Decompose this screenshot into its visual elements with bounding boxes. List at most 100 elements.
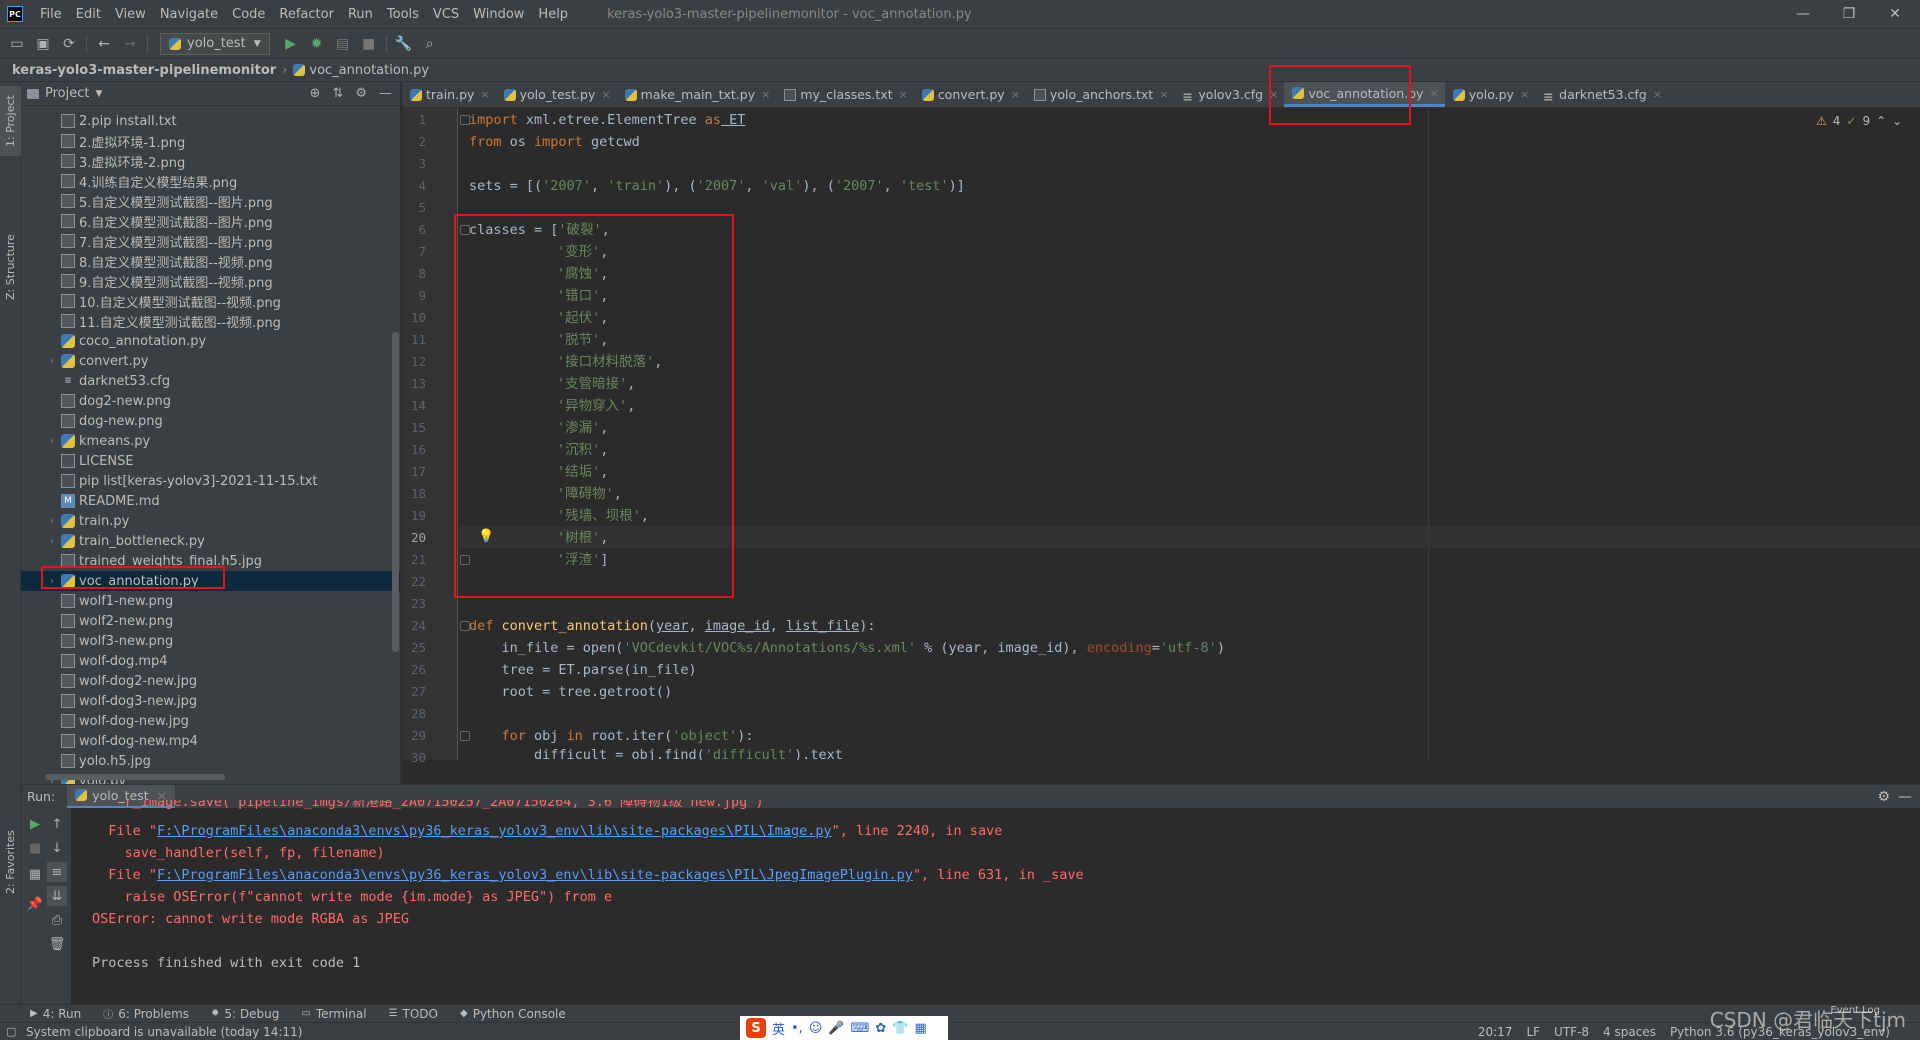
tree-item[interactable]: 4.训练自定义模型结果.png (21, 171, 400, 191)
expand-chevron-icon[interactable]: › (45, 436, 59, 447)
ime-language[interactable]: 英 (772, 1019, 785, 1038)
tree-item[interactable]: wolf-dog3-new.jpg (21, 691, 400, 711)
code-line[interactable]: def convert_annotation(year, image_id, l… (469, 615, 875, 637)
close-tab-icon[interactable]: × (1429, 87, 1438, 100)
structure-tool-tab[interactable]: Z: Structure (0, 222, 21, 312)
tree-item[interactable]: wolf-dog2-new.jpg (21, 671, 400, 691)
code-line[interactable]: '错口', (557, 285, 608, 307)
hide-icon[interactable]: — (379, 86, 392, 101)
tree-item[interactable]: 2.pip install.txt (21, 111, 400, 131)
tree-item[interactable]: ≡ darknet53.cfg (21, 371, 400, 391)
code-line[interactable]: '障碍物', (557, 483, 622, 505)
close-tab-icon[interactable]: × (601, 88, 610, 101)
editor-tab[interactable]: my_classes.txt × (776, 82, 913, 107)
code-line[interactable]: classes = ['破裂', (469, 219, 610, 241)
code-line[interactable]: '渗漏', (557, 417, 608, 439)
code-line[interactable]: in_file = open('VOCdevkit/VOC%s/Annotati… (469, 637, 1225, 659)
code-line[interactable]: root = tree.getroot() (469, 681, 673, 703)
trash-icon[interactable]: 🗑 (47, 934, 67, 954)
code-line[interactable]: import xml.etree.ElementTree as ET (469, 109, 745, 131)
close-tab-icon[interactable]: × (1269, 88, 1278, 101)
run-configuration-select[interactable]: yolo_test ▼ (160, 32, 270, 55)
code-line[interactable]: '树根', (557, 527, 608, 549)
expand-chevron-icon[interactable]: › (45, 576, 59, 587)
gear-icon[interactable]: ⚙ (355, 86, 367, 101)
fold-marker-icon[interactable] (460, 115, 470, 125)
tool-window-button[interactable]: ✹ 5: Debug (211, 1007, 279, 1021)
search-icon[interactable]: ⌕ (417, 32, 443, 56)
tree-item[interactable]: coco_annotation.py (21, 331, 400, 351)
tree-item[interactable]: M README.md (21, 491, 400, 511)
tree-item[interactable]: trained_weights_final.h5.jpg (21, 551, 400, 571)
indent-setting[interactable]: 4 spaces (1603, 1025, 1656, 1039)
code-line[interactable]: '结垢', (557, 461, 608, 483)
close-window-button[interactable]: ✕ (1872, 0, 1918, 28)
tree-item[interactable]: › train_bottleneck.py (21, 531, 400, 551)
close-tab-icon[interactable]: × (761, 88, 770, 101)
tree-item[interactable]: wolf-dog-new.mp4 (21, 731, 400, 751)
expand-chevron-icon[interactable]: › (45, 536, 59, 547)
sync-icon[interactable]: ⟳ (56, 32, 82, 56)
fold-marker-icon[interactable] (460, 555, 470, 565)
tool-window-button[interactable]: ▭ Terminal (301, 1007, 366, 1021)
shirt-icon[interactable]: 👕 (892, 1021, 908, 1036)
code-line[interactable]: '腐蚀', (557, 263, 608, 285)
settings-wrench-icon[interactable]: 🔧 (391, 32, 417, 56)
editor-tab[interactable]: yolo_anchors.txt × (1026, 82, 1174, 107)
code-line[interactable]: '沉积', (557, 439, 608, 461)
open-folder-icon[interactable]: ▭ (4, 32, 30, 56)
menu-view[interactable]: View (108, 7, 153, 22)
editor-tab[interactable]: yolo_test.py × (496, 82, 617, 107)
soft-wrap-icon[interactable]: ≡ (47, 862, 67, 882)
tool-window-button[interactable]: ▶ 4: Run (30, 1007, 81, 1021)
scroll-up-icon[interactable]: ↑ (47, 814, 67, 834)
code-line[interactable]: '异物穿入', (557, 395, 635, 417)
line-separator[interactable]: LF (1526, 1025, 1540, 1039)
close-tab-icon[interactable]: × (1653, 88, 1662, 101)
emoji-icon[interactable]: ☺ (809, 1021, 823, 1036)
tool-window-button[interactable]: ☰ TODO (389, 1007, 438, 1021)
editor-tab[interactable]: make_main_txt.py × (617, 82, 777, 107)
project-scrollbar[interactable] (392, 332, 399, 652)
hide-icon[interactable]: — (1898, 789, 1912, 805)
save-all-icon[interactable]: ▣ (30, 32, 56, 56)
fold-marker-icon[interactable] (460, 731, 470, 741)
stop-icon[interactable]: ■ (25, 838, 45, 858)
rerun-icon[interactable]: ▶ (25, 814, 45, 834)
tree-item[interactable]: 3.虚拟环境-2.png (21, 151, 400, 171)
expand-chevron-icon[interactable]: › (45, 516, 59, 527)
tree-item[interactable]: 6.自定义模型测试截图--图片.png (21, 211, 400, 231)
code-line[interactable]: '变形', (557, 241, 608, 263)
editor-tab[interactable]: train.py × (402, 82, 496, 107)
tree-item[interactable]: 7.自定义模型测试截图--图片.png (21, 231, 400, 251)
inspection-widget[interactable]: ⚠ 4 ✓ 9 ⌃ ⌄ (1816, 112, 1902, 130)
tree-item[interactable]: 8.自定义模型测试截图--视频.png (21, 251, 400, 271)
editor-tab[interactable]: yolo.py × (1445, 82, 1535, 107)
tree-item[interactable]: › kmeans.py (21, 431, 400, 451)
code-line[interactable]: tree = ET.parse(in_file) (469, 659, 697, 681)
coverage-icon[interactable]: ▤ (330, 32, 356, 56)
stop-icon[interactable]: ■ (356, 32, 382, 56)
menu-run[interactable]: Run (341, 7, 380, 22)
tree-item[interactable]: 10.自定义模型测试截图--视频.png (21, 291, 400, 311)
pin-icon[interactable]: 📌 (25, 894, 45, 914)
lightbulb-icon[interactable]: 💡 (478, 529, 494, 544)
menu-edit[interactable]: Edit (69, 7, 108, 22)
tree-item[interactable]: 5.自定义模型测试截图--图片.png (21, 191, 400, 211)
menu-help[interactable]: Help (531, 7, 575, 22)
project-tool-tab[interactable]: 1: Project (0, 86, 21, 156)
editor-tab[interactable]: ≡ yolov3.cfg × (1174, 82, 1284, 107)
locate-icon[interactable]: ⊕ (310, 86, 321, 101)
file-link[interactable]: F:\ProgramFiles\anaconda3\envs\py36_kera… (157, 823, 832, 839)
code-line[interactable]: '起伏', (557, 307, 608, 329)
close-tab-icon[interactable]: × (480, 88, 489, 101)
code-line[interactable]: '浮渣'] (557, 549, 608, 571)
menu-navigate[interactable]: Navigate (153, 7, 225, 22)
scroll-down-icon[interactable]: ↓ (47, 838, 67, 858)
gear-icon[interactable]: ⚙ (1877, 789, 1890, 805)
tree-item[interactable]: dog2-new.png (21, 391, 400, 411)
caret-position[interactable]: 20:17 (1478, 1025, 1513, 1039)
tool-window-button[interactable]: ⓘ 6: Problems (103, 1006, 189, 1022)
code-line[interactable]: '脱节', (557, 329, 608, 351)
tree-item[interactable]: › train.py (21, 511, 400, 531)
